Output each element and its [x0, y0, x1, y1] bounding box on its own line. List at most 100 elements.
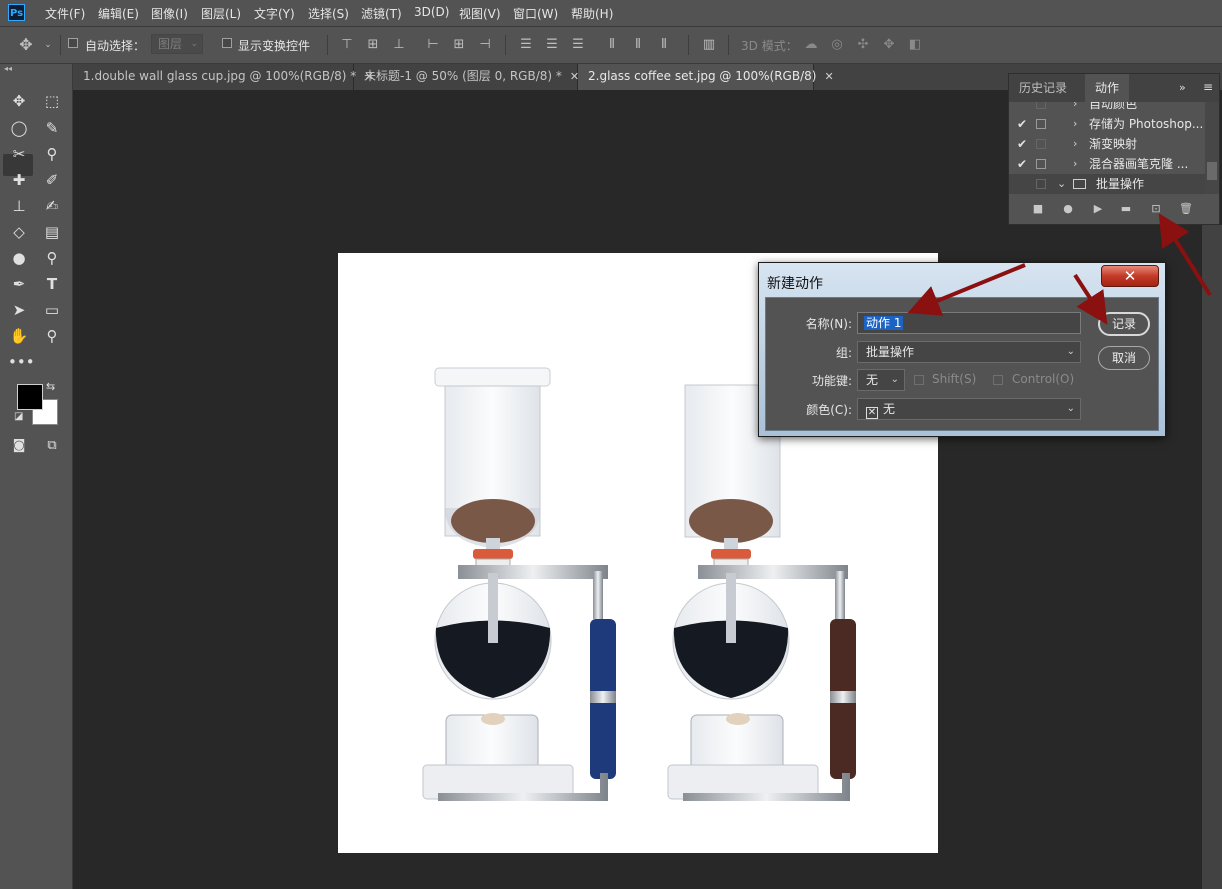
toggle-checkmark[interactable]: ✔: [1015, 114, 1029, 134]
chevron-right-icon[interactable]: ›: [1073, 102, 1077, 114]
hand-tool-icon[interactable]: ✋: [8, 326, 30, 346]
chevron-right-icon[interactable]: ›: [1073, 114, 1077, 134]
move-tool-icon[interactable]: ✥: [8, 91, 30, 111]
align-right-icon[interactable]: ⊣: [477, 38, 493, 52]
stamp-tool-icon[interactable]: ⊥: [8, 196, 30, 216]
marquee-tool-icon[interactable]: ⬚: [41, 91, 63, 111]
chevron-right-icon[interactable]: ›: [1073, 154, 1077, 174]
blur-tool-icon[interactable]: ●: [8, 248, 30, 268]
distribute-left-icon[interactable]: ⫴: [604, 38, 620, 52]
pen-tool-icon[interactable]: ✒: [8, 274, 30, 294]
auto-select-dropdown[interactable]: 图层 ⌄: [151, 34, 203, 54]
group-select[interactable]: 批量操作 ⌄: [857, 341, 1081, 363]
name-input[interactable]: 动作 1: [857, 312, 1081, 334]
stop-icon[interactable]: ■: [1031, 202, 1045, 216]
action-row[interactable]: ✔ › 渐变映射: [1009, 134, 1205, 154]
tab-document-1[interactable]: 1.double wall glass cup.jpg @ 100%(RGB/8…: [73, 64, 374, 90]
distribute-vcenter-icon[interactable]: ☰: [544, 38, 560, 52]
cancel-button[interactable]: 取消: [1098, 346, 1150, 370]
color-select[interactable]: ✕ 无 ⌄: [857, 398, 1081, 420]
history-brush-tool-icon[interactable]: ✍: [41, 196, 63, 216]
menu-type[interactable]: 文字(Y): [254, 5, 295, 22]
toggle-checkmark[interactable]: ✔: [1015, 154, 1029, 174]
panel-menu-icon[interactable]: ≡: [1203, 80, 1213, 94]
record-icon[interactable]: ●: [1061, 202, 1075, 216]
tab-actions[interactable]: 动作: [1085, 74, 1130, 102]
3d-scale-icon[interactable]: ◧: [907, 38, 923, 52]
close-icon[interactable]: ✕: [824, 70, 833, 83]
auto-align-icon[interactable]: ▥: [701, 38, 717, 52]
auto-select-checkbox[interactable]: [68, 38, 78, 48]
zoom-tool-icon[interactable]: ⚲: [41, 326, 63, 346]
shift-checkbox[interactable]: [914, 375, 924, 385]
dialog-toggle-box[interactable]: [1036, 139, 1046, 149]
dialog-toggle-box[interactable]: [1036, 102, 1046, 109]
tab-document-3-active[interactable]: 2.glass coffee set.jpg @ 100%(RGB/8) ✕: [578, 64, 834, 90]
distribute-top-icon[interactable]: ☰: [518, 38, 534, 52]
distribute-bottom-icon[interactable]: ☰: [570, 38, 586, 52]
quick-mask-icon[interactable]: ◙: [8, 436, 30, 456]
dialog-toggle-box[interactable]: [1036, 119, 1046, 129]
screen-mode-icon[interactable]: ⧉: [41, 436, 63, 456]
distribute-hcenter-icon[interactable]: ⫴: [630, 38, 646, 52]
dodge-tool-icon[interactable]: ⚲: [41, 248, 63, 268]
3d-roll-icon[interactable]: ◎: [829, 38, 845, 52]
collapse-icon[interactable]: ◂◂: [4, 64, 12, 73]
record-button[interactable]: 记录: [1098, 312, 1150, 336]
dialog-toggle-box[interactable]: [1036, 179, 1046, 189]
crop-tool-icon[interactable]: ✂: [8, 144, 30, 164]
menu-3d[interactable]: 3D(D): [414, 5, 449, 19]
toggle-checkmark[interactable]: ✔: [1015, 134, 1029, 154]
vertical-scrollbar[interactable]: [1202, 225, 1222, 889]
action-row[interactable]: ✔ › 存储为 Photoshop...: [1009, 114, 1205, 134]
trash-icon[interactable]: 🗑: [1179, 202, 1193, 216]
dialog-toggle-box[interactable]: [1036, 159, 1046, 169]
panel-expand-icon[interactable]: »: [1179, 81, 1186, 94]
3d-slide-icon[interactable]: ✥: [881, 38, 897, 52]
healing-brush-tool-icon[interactable]: ✚: [8, 170, 30, 190]
action-row[interactable]: › 自动颜色: [1009, 102, 1205, 114]
scroll-thumb[interactable]: [1207, 162, 1217, 180]
move-tool-icon[interactable]: ✥: [18, 37, 34, 53]
align-vcenter-icon[interactable]: ⊞: [365, 38, 381, 52]
swap-colors-icon[interactable]: ⇆: [46, 380, 55, 393]
action-set-row-selected[interactable]: ⌄ 批量操作: [1009, 174, 1205, 194]
path-select-tool-icon[interactable]: ➤: [8, 300, 30, 320]
align-bottom-icon[interactable]: ⊥: [391, 38, 407, 52]
menu-image[interactable]: 图像(I): [151, 5, 188, 22]
menu-file[interactable]: 文件(F): [45, 5, 85, 22]
chevron-right-icon[interactable]: ›: [1073, 134, 1077, 154]
action-row[interactable]: ✔ › 混合器画笔克隆 ...: [1009, 154, 1205, 174]
align-hcenter-icon[interactable]: ⊞: [451, 38, 467, 52]
quick-select-tool-icon[interactable]: ✎: [41, 118, 63, 138]
3d-pan-icon[interactable]: ✣: [855, 38, 871, 52]
align-left-icon[interactable]: ⊢: [425, 38, 441, 52]
type-tool-icon[interactable]: T: [41, 274, 63, 294]
default-colors-icon[interactable]: ◪: [14, 411, 23, 422]
tab-history[interactable]: 历史记录: [1009, 74, 1078, 102]
more-tools-icon[interactable]: •••: [8, 352, 35, 372]
chevron-down-icon[interactable]: ⌄: [1057, 174, 1066, 194]
play-icon[interactable]: ▶: [1091, 202, 1105, 216]
menu-select[interactable]: 选择(S): [308, 5, 349, 22]
rectangle-tool-icon[interactable]: ▭: [41, 300, 63, 320]
distribute-right-icon[interactable]: ⫴: [656, 38, 672, 52]
eyedropper-tool-icon[interactable]: ⚲: [41, 144, 63, 164]
menu-filter[interactable]: 滤镜(T): [361, 5, 402, 22]
lasso-tool-icon[interactable]: ◯: [8, 118, 30, 138]
function-key-select[interactable]: 无 ⌄: [857, 369, 905, 391]
brush-tool-icon[interactable]: ✐: [41, 170, 63, 190]
new-set-folder-icon[interactable]: ▬: [1119, 202, 1133, 216]
panel-scrollbar[interactable]: [1205, 102, 1219, 194]
chevron-down-icon[interactable]: ⌄: [40, 38, 56, 52]
eraser-tool-icon[interactable]: ◇: [8, 222, 30, 242]
align-top-icon[interactable]: ⊤: [339, 38, 355, 52]
control-checkbox[interactable]: [993, 375, 1003, 385]
gradient-tool-icon[interactable]: ▤: [41, 222, 63, 242]
menu-layer[interactable]: 图层(L): [201, 5, 241, 22]
show-transform-checkbox[interactable]: [222, 38, 232, 48]
new-action-icon[interactable]: ⊡: [1149, 202, 1163, 216]
menu-view[interactable]: 视图(V): [459, 5, 501, 22]
3d-orbit-icon[interactable]: ☁: [803, 38, 819, 52]
dialog-close-button[interactable]: ✕: [1101, 265, 1159, 287]
